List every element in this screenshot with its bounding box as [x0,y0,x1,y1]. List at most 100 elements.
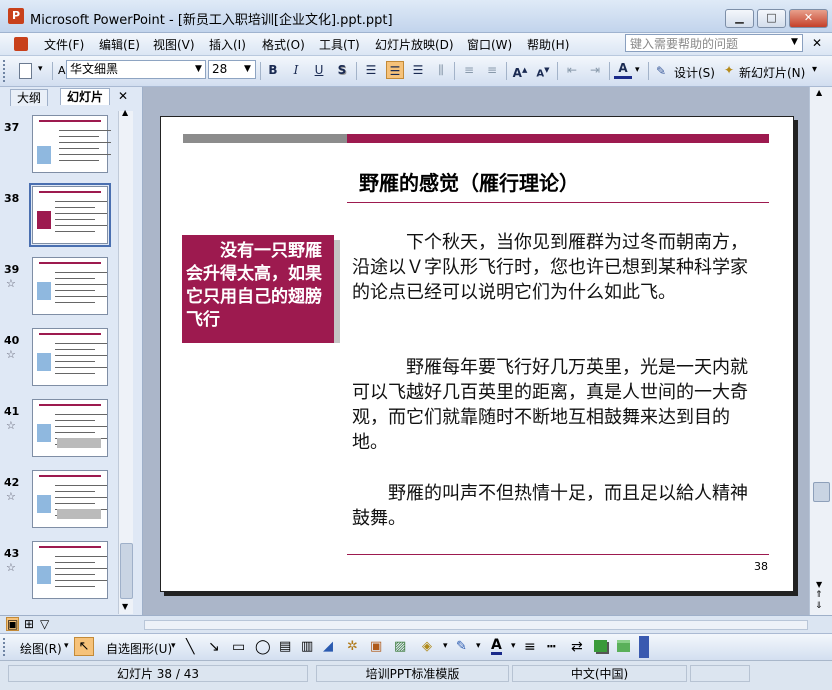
thumbnail-preview[interactable] [32,115,111,173]
oval-icon[interactable]: ◯ [255,639,271,655]
increase-font-size-icon[interactable]: A▲ [511,61,529,80]
thumbnail-preview[interactable] [32,470,108,528]
select-pointer-icon[interactable]: ↖ [74,637,94,656]
autoshapes-button[interactable]: 自选图形(U) [106,640,172,657]
slide-thumbnail-42[interactable]: 42 ☆ [0,468,118,532]
menu-window[interactable]: 窗口(W) [467,36,512,53]
draw-menu-dropdown-icon[interactable]: ▾ [64,641,69,651]
scrollbar-thumb[interactable] [813,482,830,502]
new-slide-icon[interactable]: ✦ [724,63,734,77]
increase-indent-icon[interactable]: ⇥ [586,61,604,79]
close-document-icon[interactable]: ✕ [812,36,822,50]
minimize-button[interactable]: ▁ [725,9,754,28]
previous-slide-icon[interactable]: ⇑ [815,590,823,600]
bullets-icon[interactable]: ≡ [483,61,501,79]
slides-scrollbar[interactable]: ▲ ▼ [118,108,133,614]
animation-star-icon[interactable]: ☆ [6,561,16,574]
thumbnail-preview[interactable] [29,183,111,247]
shadow-style-icon[interactable] [594,640,607,652]
font-color-icon[interactable]: A [614,61,632,79]
slideshow-view-icon[interactable]: ▽ [40,617,49,631]
fill-color-icon[interactable]: ◈ [422,639,432,654]
italic-button[interactable]: I [287,61,305,79]
align-left-icon[interactable]: ☰ [362,61,380,79]
line-icon[interactable]: ╲ [186,639,194,655]
paragraph-1[interactable]: 下个秋天，当你见到雁群为过冬而朝南方，沿途以Ｖ字队形飞行时，您也许已想到某种科学… [352,230,752,305]
menu-insert[interactable]: 插入(I) [209,36,246,53]
menu-help[interactable]: 帮助(H) [527,36,569,53]
align-center-icon[interactable]: ☰ [386,61,404,79]
next-slide-icon[interactable]: ⇓ [815,601,823,611]
menu-tools[interactable]: 工具(T) [319,36,360,53]
slide-thumbnail-37[interactable]: 37 [0,113,118,177]
menu-slideshow[interactable]: 幻灯片放映(D) [375,36,454,53]
underline-button[interactable]: U [310,61,328,79]
clipart-icon[interactable]: ▣ [370,639,382,654]
animation-star-icon[interactable]: ☆ [6,348,16,361]
close-button[interactable]: ✕ [789,9,828,28]
menu-file[interactable]: 文件(F) [44,36,84,53]
fill-color-dropdown-icon[interactable]: ▾ [443,641,448,651]
slide-thumbnail-39[interactable]: 39 ☆ [0,255,118,319]
slide-thumbnail-41[interactable]: 41 ☆ [0,397,118,461]
toolbar-grip[interactable] [3,638,8,656]
thumbnail-preview[interactable] [32,399,108,457]
scrollbar-thumb[interactable] [120,543,133,599]
toolbar-options-icon[interactable]: ▾ [38,64,43,74]
thumbnail-preview[interactable] [32,328,108,386]
slide-title[interactable]: 野雁的感觉（雁行理论） [359,167,579,196]
document-icon[interactable] [14,37,28,51]
font-name-dropdown-icon[interactable]: ▼ [195,64,202,74]
font-size-dropdown-icon[interactable]: ▼ [244,64,251,74]
line-style-icon[interactable]: ≡ [524,639,536,655]
decrease-font-size-icon[interactable]: A▼ [534,61,552,79]
help-search-input[interactable]: 键入需要帮助的问题 [625,34,803,52]
bold-button[interactable]: B [264,61,282,79]
font-color-dropdown-icon[interactable]: ▾ [635,65,640,75]
tab-outline[interactable]: 大纲 [10,89,49,106]
line-color-dropdown-icon[interactable]: ▾ [476,641,481,651]
line-color-icon[interactable]: ✎ [456,639,467,654]
shadow-button[interactable]: S [333,61,351,79]
new-slide-button[interactable]: 新幻灯片(N) [739,64,805,81]
autoshapes-dropdown-icon[interactable]: ▾ [171,641,176,651]
paragraph-2[interactable]: 野雁每年要飞行好几万英里，光是一天内就可以飞越好几百英里的距离，真是人世间的一大… [352,355,752,455]
3d-style-icon[interactable] [617,640,630,652]
callout-box[interactable]: 没有一只野雁会升得太高，如果它只用自己的翅膀飞行 [182,235,334,343]
diagram-icon[interactable]: ✲ [347,639,358,654]
numbering-icon[interactable]: ≡ [460,61,478,79]
scroll-up-icon[interactable]: ▲ [122,108,128,117]
slide-thumbnail-38[interactable]: 38 [0,183,118,248]
draw-font-color-icon[interactable]: A [491,638,502,655]
design-icon[interactable]: ✎ [656,64,666,78]
scroll-down-icon[interactable]: ▼ [122,602,128,611]
animation-star-icon[interactable]: ☆ [6,490,16,503]
textbox-icon[interactable]: ▤ [279,639,291,654]
thumbnail-preview[interactable] [32,257,108,315]
slide-scrollbar[interactable]: ▲ ▼ ⇑ ⇓ [809,87,832,615]
scroll-up-icon[interactable]: ▲ [816,88,822,97]
decrease-indent-icon[interactable]: ⇤ [563,61,581,79]
scroll-down-icon[interactable]: ▼ [816,580,822,589]
slide-canvas[interactable]: 野雁的感觉（雁行理论） 没有一只野雁会升得太高，如果它只用自己的翅膀飞行 下个秋… [160,116,794,592]
new-document-icon[interactable] [16,61,34,79]
animation-star-icon[interactable]: ☆ [6,419,16,432]
maximize-button[interactable]: □ [757,9,786,28]
close-pane-icon[interactable]: ✕ [118,89,128,103]
draw-font-color-dropdown-icon[interactable]: ▾ [511,641,516,651]
toolbar-overflow-icon[interactable] [639,636,649,658]
help-dropdown-icon[interactable]: ▼ [791,37,798,47]
menu-edit[interactable]: 编辑(E) [99,36,140,53]
thumbnail-preview[interactable] [32,541,108,599]
slide-sorter-view-icon[interactable]: ⊞ [24,617,34,631]
powerpoint-app-icon[interactable]: P [8,8,24,24]
normal-view-icon[interactable]: ▣ [6,617,20,631]
menu-view[interactable]: 视图(V) [153,36,195,53]
slide-thumbnail-43[interactable]: 43 ☆ [0,539,118,603]
wordart-icon[interactable]: ◢ [323,639,333,654]
columns-icon[interactable]: ⫼ [432,61,450,79]
rectangle-icon[interactable]: ▭ [232,639,245,655]
slide-thumbnail-40[interactable]: 40 ☆ [0,326,118,390]
toolbar-grip[interactable] [3,60,8,82]
design-button[interactable]: 设计(S) [674,64,715,81]
